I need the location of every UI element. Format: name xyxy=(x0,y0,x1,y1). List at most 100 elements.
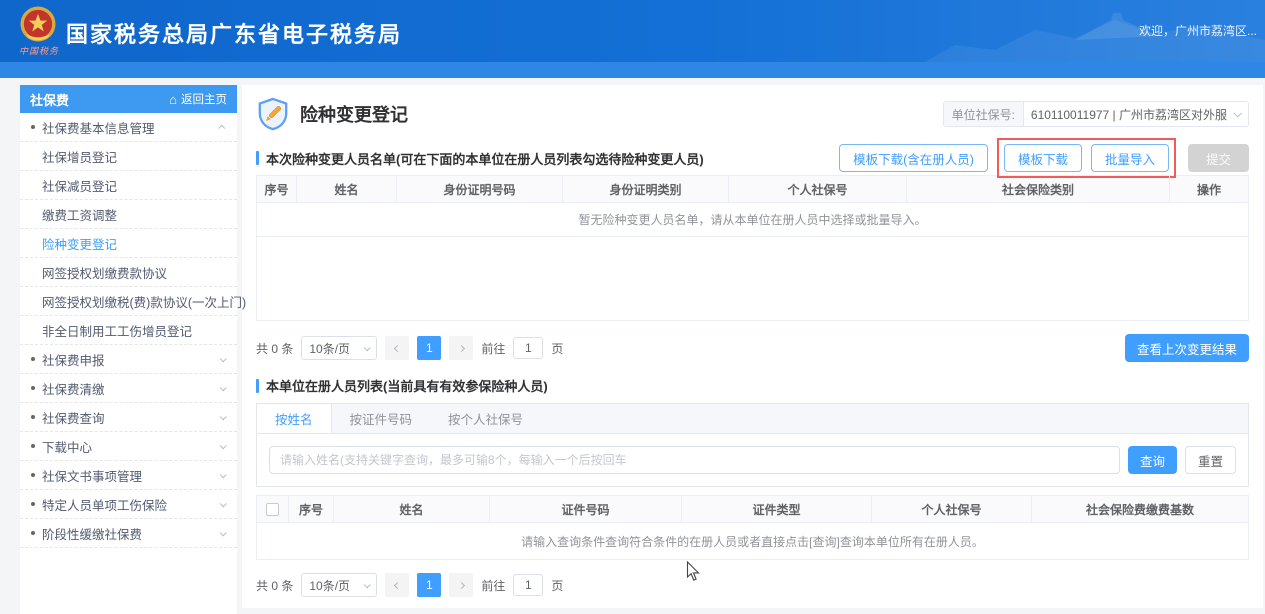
tab-by-name[interactable]: 按姓名 xyxy=(257,404,332,433)
page-size-value: 10条/页 xyxy=(309,340,350,357)
chevron-right-icon xyxy=(458,344,465,351)
return-home-link[interactable]: ⌂ 返回主页 xyxy=(169,91,227,107)
sidebar-item-label: 阶段性缓缴社保费 xyxy=(42,524,142,543)
col-id-type: 身份证明类别 xyxy=(563,176,729,202)
col-name: 姓名 xyxy=(334,496,490,522)
chevron-down-icon xyxy=(364,344,371,351)
sidebar-item-label: 下载中心 xyxy=(42,437,92,456)
app-title: 国家税务总局广东省电子税务局 xyxy=(66,17,402,49)
next-page-button[interactable] xyxy=(449,573,473,597)
app-header: 中国税务 国家税务总局广东省电子税务局 欢迎，广州市荔湾区... xyxy=(0,0,1265,62)
return-home-label: 返回主页 xyxy=(181,91,227,107)
bullet-icon xyxy=(31,531,35,535)
goto-label: 前往 xyxy=(481,577,505,594)
sidebar-item-document-mgmt[interactable]: 社保文书事项管理 xyxy=(20,461,237,490)
pagination2-row: 共 0 条 10条/页 1 前往 页 xyxy=(256,573,1249,597)
sidebar-item-salary-adjust[interactable]: 缴费工资调整 xyxy=(20,200,237,229)
chevron-down-icon xyxy=(220,442,227,449)
bullet-icon xyxy=(31,473,35,477)
name-search-input[interactable] xyxy=(269,446,1120,474)
unit-social-number-select[interactable]: 单位社保号: 610110011977 | 广州市荔湾区对外服 xyxy=(943,101,1249,127)
sidebar-menu: 社保费基本信息管理 社保增员登记 社保减员登记 缴费工资调整 险种变更登记 网签… xyxy=(20,113,237,548)
reset-button[interactable]: 重置 xyxy=(1185,446,1236,474)
col-seq: 序号 xyxy=(289,496,334,522)
bullet-icon xyxy=(31,357,35,361)
submit-button-disabled[interactable]: 提交 xyxy=(1188,144,1249,172)
empty-state-text: 暂无险种变更人员名单，请从本单位在册人员中选择或批量导入。 xyxy=(257,203,1248,237)
chevron-down-icon xyxy=(364,581,371,588)
table-header-row: 序号 姓名 证件号码 证件类型 个人社保号 社会保险费缴费基数 xyxy=(257,496,1248,523)
page-title-row: 险种变更登记 单位社保号: 610110011977 | 广州市荔湾区对外服 xyxy=(256,95,1249,133)
view-last-change-result-button[interactable]: 查看上次变更结果 xyxy=(1125,334,1249,362)
prev-page-button[interactable] xyxy=(385,336,409,360)
sidebar-item-label: 网签授权划缴税(费)款协议(一次上门) xyxy=(42,292,246,311)
chevron-down-icon xyxy=(220,500,227,507)
col-cert-number: 证件号码 xyxy=(490,496,682,522)
sidebar-item-fee-declare[interactable]: 社保费申报 xyxy=(20,345,237,374)
sidebar-item-add-staff[interactable]: 社保增员登记 xyxy=(20,142,237,171)
col-action: 操作 xyxy=(1170,176,1248,202)
sidebar-item-label: 非全日制用工工伤增员登记 xyxy=(42,321,192,340)
sidebar-item-remove-staff[interactable]: 社保减员登记 xyxy=(20,171,237,200)
pagination1-row: 共 0 条 10条/页 1 前往 页 查看上次变更结果 xyxy=(256,334,1249,362)
search-tabs: 按姓名 按证件号码 按个人社保号 xyxy=(257,404,1248,434)
next-page-button[interactable] xyxy=(449,336,473,360)
bullet-icon xyxy=(31,444,35,448)
sidebar-item-basic-info-mgmt[interactable]: 社保费基本信息管理 xyxy=(20,113,237,142)
col-payment-base: 社会保险费缴费基数 xyxy=(1032,496,1248,522)
query-button[interactable]: 查询 xyxy=(1128,446,1177,474)
sidebar-item-fee-clear[interactable]: 社保费清缴 xyxy=(20,374,237,403)
chevron-left-icon xyxy=(394,344,401,351)
bullet-icon xyxy=(31,502,35,506)
user-welcome-link[interactable]: 欢迎，广州市荔湾区... xyxy=(1139,22,1257,39)
template-download-with-staff-button[interactable]: 模板下载(含在册人员) xyxy=(839,144,988,172)
col-personal-ssn: 个人社保号 xyxy=(872,496,1032,522)
main-content: 险种变更登记 单位社保号: 610110011977 | 广州市荔湾区对外服 本… xyxy=(242,85,1263,608)
sidebar-item-label: 社保费申报 xyxy=(42,350,105,369)
chevron-down-icon xyxy=(220,384,227,391)
chevron-right-icon xyxy=(458,581,465,588)
select-all-checkbox[interactable] xyxy=(266,503,279,516)
sidebar-title: 社保费 xyxy=(30,90,69,109)
total-count: 共 0 条 xyxy=(256,340,293,357)
col-name: 姓名 xyxy=(297,176,397,202)
sidebar-item-fee-query[interactable]: 社保费查询 xyxy=(20,403,237,432)
sidebar-item-online-sign-onevisit[interactable]: 网签授权划缴税(费)款协议(一次上门) xyxy=(20,287,237,316)
page-size-select[interactable]: 10条/页 xyxy=(301,336,377,360)
sidebar-item-special-injury-insurance[interactable]: 特定人员单项工伤保险 xyxy=(20,490,237,519)
template-download-button[interactable]: 模板下载 xyxy=(1004,144,1082,172)
sidebar-item-insurance-change-active[interactable]: 险种变更登记 xyxy=(20,229,237,258)
page-size-select[interactable]: 10条/页 xyxy=(301,573,377,597)
total-count: 共 0 条 xyxy=(256,577,293,594)
header-substrip xyxy=(0,62,1265,78)
goto-page-input[interactable] xyxy=(513,574,543,596)
tab-by-id-number[interactable]: 按证件号码 xyxy=(332,404,431,433)
sidebar-item-label: 社保文书事项管理 xyxy=(42,466,142,485)
sidebar-item-deferred-payment[interactable]: 阶段性缓缴社保费 xyxy=(20,519,237,548)
sidebar-item-online-sign-agreement[interactable]: 网签授权划缴费款协议 xyxy=(20,258,237,287)
col-seq: 序号 xyxy=(257,176,297,202)
sidebar-item-label: 社保减员登记 xyxy=(42,176,117,195)
sidebar-item-parttime-injury-reg[interactable]: 非全日制用工工伤增员登记 xyxy=(20,316,237,345)
sidebar-item-label: 特定人员单项工伤保险 xyxy=(42,495,167,514)
section-bar-icon xyxy=(256,151,259,165)
chevron-down-icon xyxy=(220,529,227,536)
batch-import-button[interactable]: 批量导入 xyxy=(1091,144,1169,172)
chevron-up-icon xyxy=(218,124,225,131)
tab-by-personal-ssn[interactable]: 按个人社保号 xyxy=(430,404,541,433)
sidebar-item-label: 缴费工资调整 xyxy=(42,205,117,224)
bullet-icon xyxy=(31,386,35,390)
current-page-button[interactable]: 1 xyxy=(417,573,441,597)
chevron-down-icon xyxy=(220,471,227,478)
registered-staff-table: 序号 姓名 证件号码 证件类型 个人社保号 社会保险费缴费基数 请输入查询条件查… xyxy=(256,495,1249,560)
sidebar-item-download-center[interactable]: 下载中心 xyxy=(20,432,237,461)
shield-edit-icon xyxy=(256,97,290,131)
change-staff-table: 序号 姓名 身份证明号码 身份证明类别 个人社保号 社会保险类别 操作 暂无险种… xyxy=(256,175,1249,321)
col-select-all xyxy=(257,496,289,522)
page-unit-label: 页 xyxy=(551,340,563,357)
chevron-down-icon xyxy=(220,413,227,420)
prev-page-button[interactable] xyxy=(385,573,409,597)
current-page-button[interactable]: 1 xyxy=(417,336,441,360)
national-emblem-icon xyxy=(18,4,58,44)
goto-page-input[interactable] xyxy=(513,337,543,359)
